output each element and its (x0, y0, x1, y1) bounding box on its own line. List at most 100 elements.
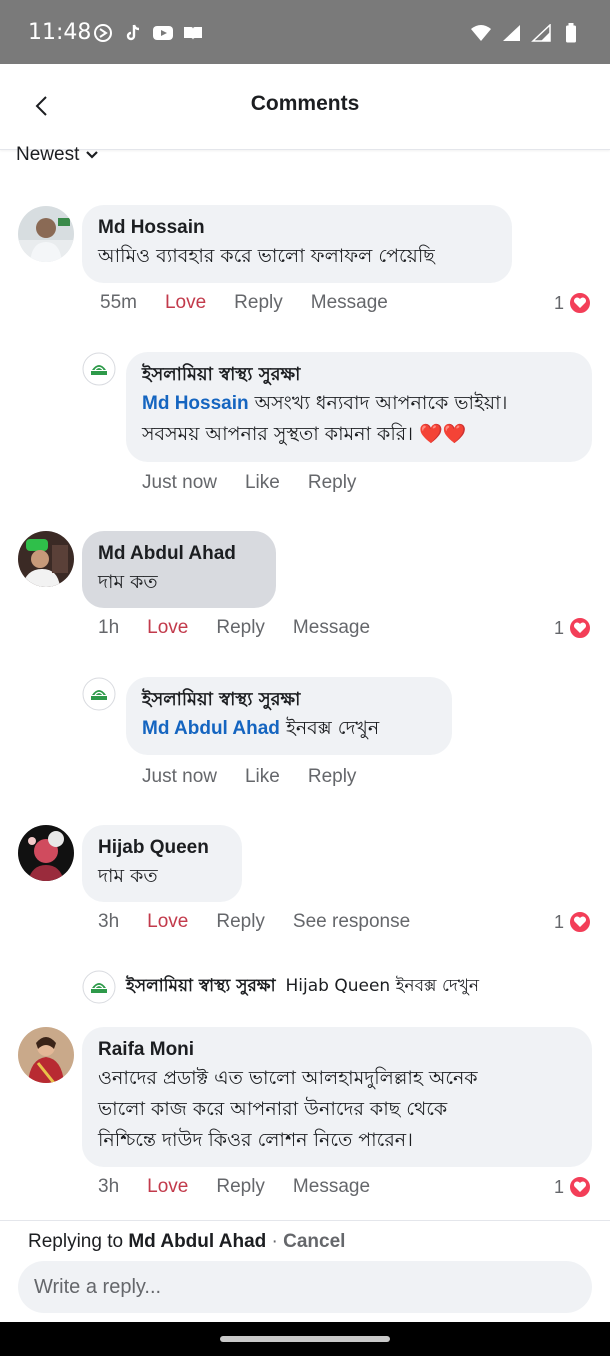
comment-text: আমিও ব্যাবহার করে ভালো ফলাফল পেয়েছি (98, 245, 435, 267)
status-icons-right (470, 22, 582, 44)
reply-actions: Just now Like Reply (142, 472, 356, 494)
home-handle[interactable] (220, 1336, 390, 1342)
status-time: 11:48 (28, 20, 92, 45)
avatar[interactable] (18, 1027, 74, 1083)
reply-button[interactable]: Reply (216, 911, 265, 933)
reply-text-line: ইনবক্স দেখুন (279, 717, 380, 739)
collapsed-reply-text: Hijab Queen ইনবক্স দেখুন (285, 976, 480, 996)
collapsed-reply-author: ইসলামিয়া স্বাস্থ্য সুরক্ষা (126, 976, 276, 996)
youtube-icon (152, 22, 174, 44)
comment-text-line: ভালো কাজ করে আপনারা উনাদের কাছ থেকে (98, 1098, 448, 1120)
reply-bubble[interactable]: ইসলামিয়া স্বাস্থ্য সুরক্ষা Md Hossain অ… (126, 352, 592, 462)
comment-actions: 3h Love Reply See response (98, 911, 410, 933)
comment-text: দাম কত (98, 571, 158, 593)
reply-input[interactable] (18, 1261, 592, 1313)
message-button[interactable]: Message (311, 292, 388, 314)
like-button[interactable]: Like (245, 766, 280, 788)
comment-author[interactable]: Md Hossain (98, 215, 496, 241)
comment-actions: 55m Love Reply Message (100, 292, 388, 314)
heart-icon (568, 291, 592, 315)
reply-time: Just now (142, 766, 217, 787)
page-avatar[interactable] (82, 352, 116, 386)
mention-link[interactable]: Md Abdul Ahad (142, 718, 280, 739)
message-button[interactable]: Message (293, 617, 370, 639)
reaction-count[interactable]: 1 (554, 910, 592, 934)
reaction-count-number: 1 (553, 911, 564, 932)
reply-composer: Replying to Md Abdul Ahad · Cancel (0, 1220, 610, 1322)
wifi-icon (470, 22, 492, 44)
page-avatar[interactable] (82, 677, 116, 711)
reply-button[interactable]: Reply (216, 1176, 265, 1198)
separator: · (266, 1231, 284, 1252)
love-button[interactable]: Love (147, 617, 188, 639)
replying-prefix: Replying to (28, 1231, 129, 1252)
avatar[interactable] (18, 206, 74, 262)
avatar[interactable] (18, 531, 74, 587)
status-bar: 11:48 (0, 0, 610, 64)
sort-dropdown[interactable]: Newest (16, 144, 99, 166)
comment-time: 55m (100, 292, 137, 313)
signal-icon (530, 22, 552, 44)
comment-author[interactable]: Md Abdul Ahad (98, 541, 260, 567)
cancel-button[interactable]: Cancel (283, 1231, 345, 1252)
like-button[interactable]: Like (245, 472, 280, 494)
reply-button[interactable]: Reply (216, 617, 265, 639)
message-button[interactable]: Message (293, 1176, 370, 1198)
comment-time: 1h (98, 617, 120, 638)
comment-text: দাম কত (98, 865, 158, 887)
page-title: Comments (250, 92, 360, 115)
signal-icon (500, 22, 522, 44)
comment-bubble[interactable]: Hijab Queen দাম কত (82, 825, 242, 902)
reply-time: Just now (142, 472, 217, 493)
comment-text-line: নিশ্চিন্তে দাউদ কিওর লোশন নিতে পারেন। (98, 1129, 413, 1151)
reaction-count-number: 1 (553, 617, 564, 638)
reply-button[interactable]: Reply (308, 472, 357, 494)
comment-author[interactable]: Hijab Queen (98, 835, 226, 861)
reply-text-line: সবসময় আপনার সুস্থতা কামনা করি। ❤️❤️ (142, 423, 467, 445)
reaction-count[interactable]: 1 (554, 291, 592, 315)
chevron-down-icon (86, 151, 99, 159)
reaction-count-number: 1 (553, 1176, 564, 1197)
sync-icon (92, 22, 114, 44)
reply-bubble[interactable]: ইসলামিয়া স্বাস্থ্য সুরক্ষা Md Abdul Aha… (126, 677, 452, 755)
heart-icon (568, 1175, 592, 1199)
collapsed-reply[interactable]: ইসলামিয়া স্বাস্থ্য সুরক্ষা Hijab Queen … (82, 970, 479, 1004)
heart-icon (568, 616, 592, 640)
book-icon (182, 22, 204, 44)
love-button[interactable]: Love (147, 1176, 188, 1198)
comment-time: 3h (98, 911, 120, 932)
reaction-count-number: 1 (553, 292, 564, 313)
comment-actions: 1h Love Reply Message (98, 617, 370, 639)
reply-text: Md Hossain অসংখ্য ধন্যবাদ আপনাকে ভাইয়া। (142, 388, 576, 419)
app-header: Comments (0, 64, 610, 150)
comment-bubble[interactable]: Raifa Moni ওনাদের প্রডাক্ট এত ভালো আলহাম… (82, 1027, 592, 1167)
reply-actions: Just now Like Reply (142, 766, 356, 788)
page-avatar (82, 970, 116, 1004)
reaction-count[interactable]: 1 (554, 1175, 592, 1199)
heart-icon (568, 910, 592, 934)
mention-link[interactable]: Md Hossain (142, 393, 249, 414)
reaction-count[interactable]: 1 (554, 616, 592, 640)
see-response-button[interactable]: See response (293, 911, 410, 933)
reply-text: Md Abdul Ahad ইনবক্স দেখুন (142, 713, 436, 744)
love-button[interactable]: Love (165, 292, 206, 314)
reply-button[interactable]: Reply (308, 766, 357, 788)
tiktok-icon (122, 22, 144, 44)
replying-to: Replying to Md Abdul Ahad · Cancel (28, 1231, 345, 1253)
replying-name: Md Abdul Ahad (128, 1231, 267, 1252)
battery-icon (560, 22, 582, 44)
reply-author[interactable]: ইসলামিয়া স্বাস্থ্য সুরক্ষা (142, 687, 436, 713)
navigation-bar (0, 1322, 610, 1356)
comment-actions: 3h Love Reply Message (98, 1176, 370, 1198)
reply-text-line: অসংখ্য ধন্যবাদ আপনাকে ভাইয়া। (248, 392, 508, 414)
comment-bubble[interactable]: Md Abdul Ahad দাম কত (82, 531, 276, 608)
sort-label: Newest (16, 144, 80, 165)
reply-author[interactable]: ইসলামিয়া স্বাস্থ্য সুরক্ষা (142, 362, 576, 388)
comment-author[interactable]: Raifa Moni (98, 1037, 576, 1063)
status-icons-left (92, 22, 204, 44)
reply-button[interactable]: Reply (234, 292, 283, 314)
comment-bubble[interactable]: Md Hossain আমিও ব্যাবহার করে ভালো ফলাফল … (82, 205, 512, 283)
avatar[interactable] (18, 825, 74, 881)
love-button[interactable]: Love (147, 911, 188, 933)
comment-time: 3h (98, 1176, 120, 1197)
